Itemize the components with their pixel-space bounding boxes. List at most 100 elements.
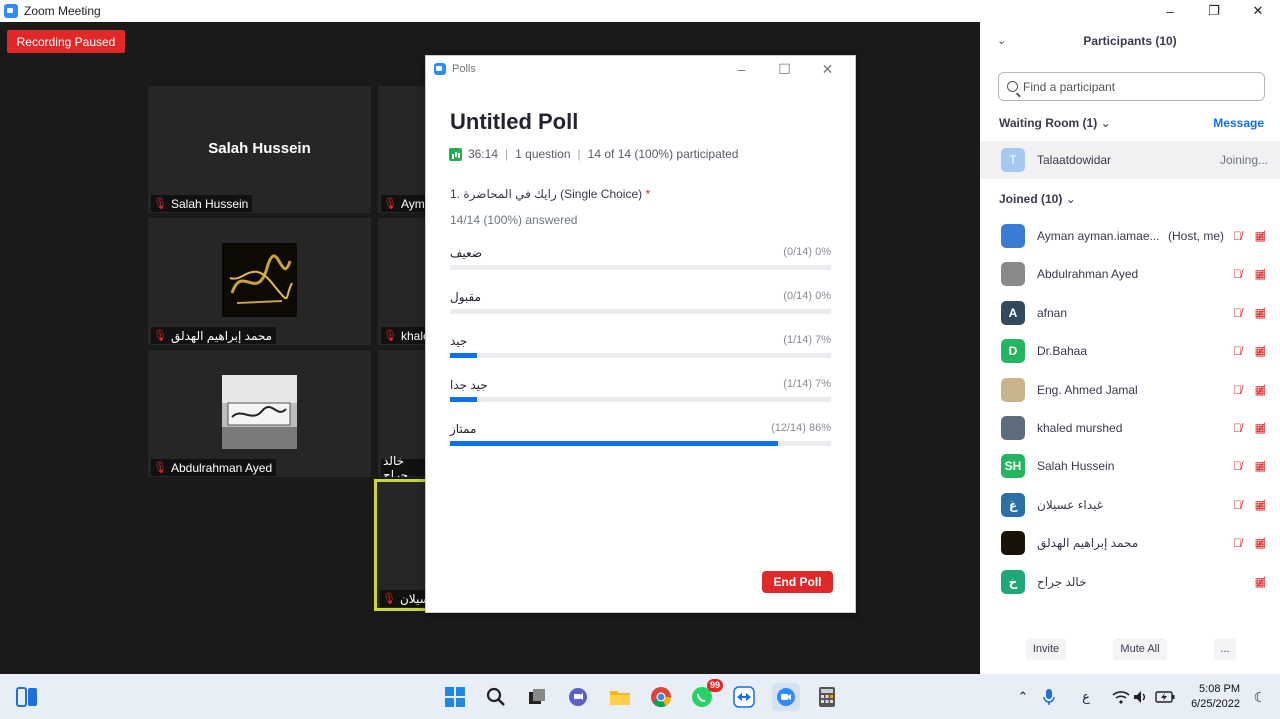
participant-name: خالد جراح [1037, 574, 1087, 589]
poll-title: Untitled Poll [450, 109, 579, 134]
mute-all-button[interactable]: Mute All [1113, 638, 1167, 660]
participant-search-input[interactable] [1023, 79, 1253, 94]
muted-mic-icon[interactable]: 🎙̸ [1233, 421, 1242, 435]
participant-row[interactable]: SH Salah Hussein 🎙̸ ▦̸ [980, 447, 1280, 485]
system-clock[interactable]: 5:08 PM 6/25/2022 [1191, 682, 1240, 712]
participant-avatar: A [1001, 300, 1025, 325]
participant-avatar [1001, 262, 1025, 287]
video-off-icon[interactable]: ▦̸ [1255, 536, 1266, 550]
participant-search[interactable] [998, 72, 1265, 101]
tile-name-label: خالد جراح [381, 454, 426, 477]
video-tile[interactable]: 🎙khale [378, 218, 426, 345]
participant-row[interactable]: Aafnan 🎙̸ ▦̸ [980, 294, 1280, 332]
video-tile[interactable]: 🎙 محمد إبراهيم الهدلق [148, 218, 371, 345]
widgets-icon[interactable] [14, 684, 40, 710]
show-hidden-icons-chevron-up-icon[interactable]: ⌃ [1010, 684, 1036, 710]
chat-icon[interactable] [565, 684, 591, 710]
poll-option-label: جيد جدا [450, 378, 488, 392]
muted-mic-icon[interactable]: 🎙̸ [1233, 306, 1242, 320]
muted-mic-icon[interactable]: 🎙̸ [1233, 498, 1242, 512]
polls-minimize-button[interactable]: – [720, 56, 763, 82]
minimize-button[interactable]: – [1148, 0, 1192, 22]
battery-charging-icon[interactable] [1152, 684, 1178, 710]
muted-mic-icon[interactable]: 🎙̸ [1233, 229, 1242, 243]
file-explorer-icon[interactable] [607, 684, 633, 710]
more-options-button[interactable]: ... [1214, 638, 1236, 660]
poll-option-bar-track [450, 397, 831, 402]
poll-option-label: ممتاز [450, 422, 477, 436]
muted-mic-icon[interactable]: 🎙̸ [1233, 267, 1242, 281]
polls-dialog: Polls – ☐ ✕ Untitled Poll 36:14 | 1 ques… [425, 55, 856, 613]
maximize-button[interactable]: ❐ [1192, 0, 1236, 22]
participant-avatar: غ [1001, 492, 1025, 517]
muted-mic-icon[interactable]: 🎙̸ [1233, 459, 1242, 473]
volume-icon[interactable] [1128, 684, 1154, 710]
recording-paused-badge[interactable]: Recording Paused [7, 30, 125, 53]
joined-header[interactable]: Joined (10) ⌄ [999, 192, 1076, 206]
polls-close-button[interactable]: ✕ [806, 56, 849, 82]
active-speaker-video-tile[interactable]: 🎙 سيلان [374, 479, 428, 611]
poll-option-stat: (1/14) 7% [783, 334, 831, 346]
video-off-icon[interactable]: ▦̸ [1255, 383, 1266, 397]
participant-avatar: D [1001, 339, 1025, 364]
whatsapp-icon[interactable]: 99 [689, 679, 723, 710]
video-off-icon[interactable]: ▦̸ [1255, 267, 1266, 281]
video-tile[interactable]: خالد جراح [378, 350, 426, 477]
joining-status: Joining... [1219, 153, 1268, 167]
waiting-room-participant[interactable]: T Talaatdowidar Joining... [980, 141, 1280, 179]
poll-option-bar-fill [450, 397, 477, 402]
task-view-icon[interactable] [524, 684, 550, 710]
title-bar: Zoom Meeting – ❐ ✕ [0, 0, 1280, 22]
input-language-indicator[interactable]: ع [1073, 684, 1099, 710]
participant-row[interactable]: Abdulrahman Ayed 🎙̸ ▦̸ [980, 255, 1280, 293]
calculator-icon[interactable] [814, 684, 840, 710]
poll-option-bar-fill [450, 353, 477, 358]
end-poll-button[interactable]: End Poll [762, 571, 833, 593]
video-off-icon[interactable]: ▦̸ [1255, 498, 1266, 512]
participant-name: غيداء عسيلان [1037, 497, 1103, 512]
video-off-icon[interactable]: ▦̸ [1255, 344, 1266, 358]
tile-name-label: 🎙 Abdulrahman Ayed [151, 459, 277, 476]
video-off-icon[interactable]: ▦̸ [1255, 306, 1266, 320]
participant-row[interactable]: Ayman ayman.iamae... (Host, me) 🎙̸ ▦̸ [980, 217, 1280, 255]
start-menu-icon[interactable] [442, 684, 468, 710]
video-tile[interactable]: Salah Hussein 🎙 Salah Hussein [148, 86, 371, 213]
participant-row[interactable]: D Dr.Bahaa 🎙̸ ▦̸ [980, 332, 1280, 370]
waiting-room-message-button[interactable]: Message [1213, 116, 1264, 130]
tile-name-label: 🎙 Salah Hussein [151, 195, 253, 212]
video-tile[interactable]: 🎙 Abdulrahman Ayed [148, 350, 371, 477]
video-off-icon[interactable]: ▦̸ [1255, 459, 1266, 473]
video-off-icon[interactable]: ▦̸ [1255, 421, 1266, 435]
participant-row[interactable]: khaled murshed 🎙̸ ▦̸ [980, 409, 1280, 447]
search-icon[interactable] [483, 684, 509, 710]
waiting-room-header[interactable]: Waiting Room (1) ⌄ [999, 116, 1111, 130]
muted-mic-icon[interactable]: 🎙̸ [1233, 344, 1242, 358]
chrome-icon[interactable] [648, 684, 674, 710]
do-not-disturb-moon-icon[interactable]: ☾ [1247, 684, 1273, 710]
polls-title-bar: Polls – ☐ ✕ [426, 56, 855, 82]
muted-mic-icon[interactable]: 🎙̸ [1233, 536, 1242, 550]
photo-avatar-image [222, 375, 297, 449]
zoom-taskbar-icon[interactable] [772, 683, 800, 711]
poll-option-bar-track [450, 309, 831, 314]
participant-row[interactable]: خ خالد جراح ▦̸ [980, 563, 1280, 601]
polls-maximize-button[interactable]: ☐ [763, 56, 806, 82]
participant-row[interactable]: محمد إبراهيم الهدلق 🎙̸ ▦̸ [980, 524, 1280, 562]
video-tile[interactable]: 🎙Ayma [378, 86, 426, 213]
chevron-down-icon: ⌄ [1065, 192, 1076, 206]
participant-avatar [1001, 224, 1025, 248]
video-off-icon[interactable]: ▦̸ [1255, 229, 1266, 243]
question-answered-count: 14/14 (100%) answered [450, 213, 578, 227]
microphone-icon[interactable] [1036, 684, 1062, 710]
participant-name: Talaatdowidar [1037, 153, 1112, 167]
close-button[interactable]: ✕ [1236, 0, 1280, 22]
video-off-icon[interactable]: ▦̸ [1255, 575, 1266, 589]
invite-button[interactable]: Invite [1026, 638, 1066, 660]
poll-option: مقبول (0/14) 0% [450, 290, 831, 320]
participant-row[interactable]: Eng. Ahmed Jamal 🎙̸ ▦̸ [980, 371, 1280, 409]
participant-row[interactable]: غ غيداء عسيلان 🎙̸ ▦̸ [980, 486, 1280, 524]
teamviewer-icon[interactable] [731, 684, 757, 710]
muted-mic-icon: 🎙 [383, 330, 397, 342]
muted-mic-icon[interactable]: 🎙̸ [1233, 383, 1242, 397]
whatsapp-notification-badge: 99 [706, 679, 723, 692]
